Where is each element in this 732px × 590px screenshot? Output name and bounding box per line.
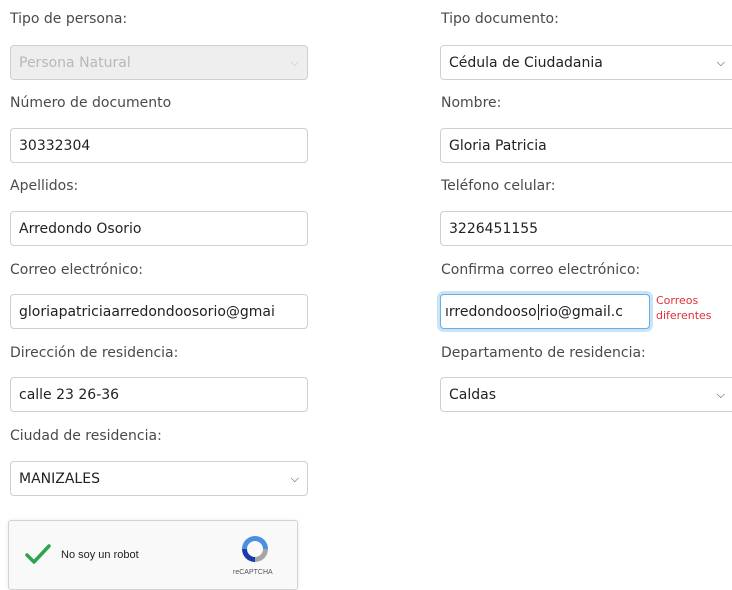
text-caret: [537, 303, 539, 320]
apellidos-label: Apellidos:: [10, 178, 79, 194]
ciudad-select[interactable]: MANIZALES ⌵: [10, 461, 308, 496]
correo-label: Correo electrónico:: [10, 262, 143, 278]
departamento-label: Departamento de residencia:: [441, 345, 646, 361]
confirma-correo-label: Confirma correo electrónico:: [441, 262, 641, 278]
apellidos-value: Arredondo Osorio: [19, 220, 142, 237]
nombre-input[interactable]: Gloria Patricia: [440, 128, 732, 163]
recaptcha-widget: No soy un robot reCAPTCHA: [8, 520, 298, 590]
numero-documento-input[interactable]: 30332304: [10, 128, 308, 163]
recaptcha-label: No soy un robot: [61, 549, 139, 561]
chevron-down-icon: ⌵: [716, 55, 725, 69]
correo-input[interactable]: gloriapatriciaarredondoosorio@gmai: [10, 294, 308, 329]
ciudad-value: MANIZALES: [19, 470, 100, 487]
tipo-persona-select: Persona Natural ⌵: [10, 45, 308, 80]
recaptcha-logo-icon: [242, 536, 268, 562]
ciudad-label: Ciudad de residencia:: [10, 428, 162, 444]
tipo-persona-value: Persona Natural: [19, 54, 131, 71]
apellidos-input[interactable]: Arredondo Osorio: [10, 211, 308, 246]
confirma-correo-value: ırredondoosо rio@gmail.c: [445, 303, 623, 320]
nombre-value: Gloria Patricia: [449, 137, 547, 154]
confirma-correo-input[interactable]: ırredondoosо rio@gmail.c: [440, 294, 650, 329]
direccion-label: Dirección de residencia:: [10, 345, 179, 361]
numero-documento-label: Número de documento: [10, 95, 172, 111]
telefono-input[interactable]: 3226451155: [440, 211, 732, 246]
departamento-value: Caldas: [449, 386, 497, 403]
telefono-value: 3226451155: [449, 220, 539, 237]
tipo-documento-select[interactable]: Cédula de Ciudadania ⌵: [440, 45, 732, 80]
telefono-label: Teléfono celular:: [441, 178, 556, 194]
nombre-label: Nombre:: [441, 95, 502, 111]
direccion-input[interactable]: calle 23 26-36: [10, 377, 308, 412]
tipo-persona-label: Tipo de persona:: [10, 11, 128, 27]
checkmark-icon[interactable]: [25, 543, 51, 565]
chevron-down-icon: ⌵: [716, 387, 725, 401]
chevron-down-icon: ⌵: [290, 471, 299, 485]
chevron-down-icon: ⌵: [290, 55, 299, 69]
direccion-value: calle 23 26-36: [19, 386, 120, 403]
tipo-documento-value: Cédula de Ciudadania: [449, 54, 603, 71]
numero-documento-value: 30332304: [19, 137, 91, 154]
tipo-documento-label: Tipo documento:: [441, 11, 559, 27]
correos-diferentes-error: Correos diferentes: [656, 294, 712, 322]
correo-value: gloriapatriciaarredondoosorio@gmai: [19, 303, 275, 320]
departamento-select[interactable]: Caldas ⌵: [440, 377, 732, 412]
